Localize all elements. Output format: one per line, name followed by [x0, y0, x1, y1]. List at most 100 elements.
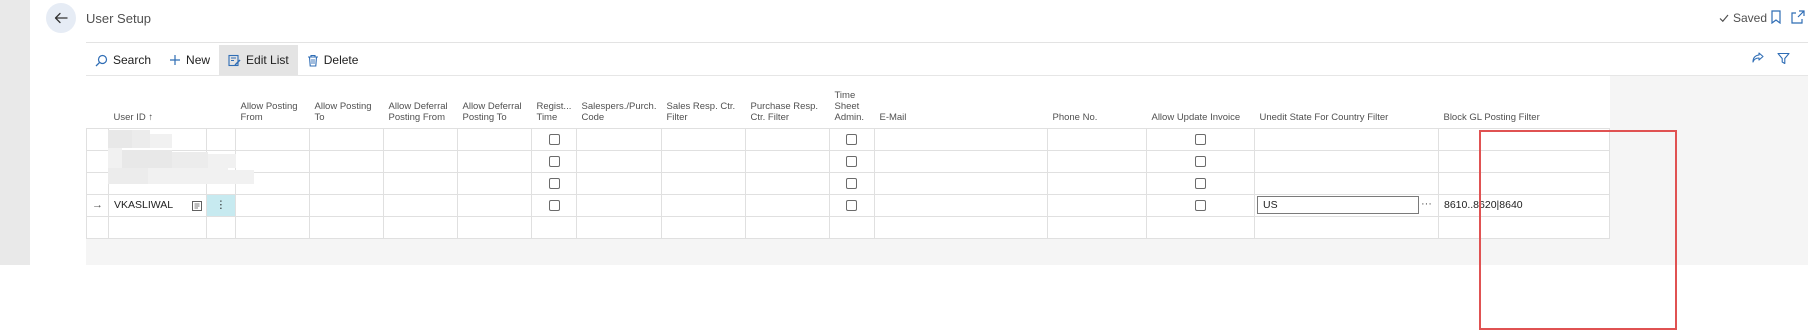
allow-update-invoice-cell[interactable] [1145, 215, 1255, 239]
time-sheet-admin-cell[interactable] [828, 215, 875, 239]
allow-posting-to-cell[interactable] [309, 127, 384, 151]
allow-update-invoice-checkbox[interactable] [1194, 199, 1206, 211]
allow-deferral-posting-from-cell[interactable] [383, 215, 458, 239]
record-details-icon[interactable] [192, 200, 202, 211]
allow-posting-to-cell[interactable] [309, 171, 384, 195]
block-gl-posting-filter-cell[interactable]: 8610..8620|8640 [1437, 193, 1610, 217]
salespers-purch-code-cell[interactable] [576, 127, 662, 151]
unedit-state-for-country-filter-cell[interactable] [1253, 215, 1439, 239]
email-cell[interactable] [873, 193, 1048, 217]
email-cell[interactable] [873, 171, 1048, 195]
allow-posting-to-cell[interactable] [309, 193, 384, 217]
purchase-resp-ctr-filter-cell[interactable] [744, 171, 830, 195]
column-header-allow-posting-to[interactable]: Allow Posting To [309, 76, 384, 128]
filter-button[interactable] [1775, 50, 1791, 66]
allow-posting-from-cell[interactable] [235, 193, 310, 217]
allow-deferral-posting-to-cell[interactable] [457, 171, 532, 195]
row-marker[interactable] [86, 215, 109, 239]
purchase-resp-ctr-filter-cell[interactable] [744, 149, 830, 173]
column-header-user-id[interactable]: User ID ↑ [108, 76, 207, 128]
bookmark-button[interactable] [1768, 9, 1784, 25]
allow-update-invoice-checkbox[interactable] [1194, 177, 1206, 189]
column-header-allow-deferral-posting-to[interactable]: Allow Deferral Posting To [457, 76, 532, 128]
phone-no-cell[interactable] [1046, 171, 1147, 195]
column-header-allow-update-invoice[interactable]: Allow Update Invoice [1146, 76, 1255, 128]
register-time-checkbox[interactable] [548, 199, 560, 211]
allow-posting-from-cell[interactable] [235, 127, 310, 151]
register-time-checkbox[interactable] [548, 177, 560, 189]
table-row[interactable] [86, 149, 1610, 173]
share-button[interactable] [1750, 50, 1766, 66]
column-header-salespers-purch-code[interactable]: Salespers./Purch. Code [576, 76, 662, 128]
register-time-checkbox[interactable] [548, 155, 560, 167]
user-id-cell[interactable]: VKASLIWAL [108, 193, 207, 217]
allow-posting-to-cell[interactable] [309, 215, 384, 239]
allow-deferral-posting-from-cell[interactable] [383, 149, 458, 173]
search-button[interactable]: Search [86, 45, 160, 75]
purchase-resp-ctr-filter-cell[interactable] [744, 193, 830, 217]
delete-button[interactable]: Delete [298, 45, 368, 75]
user-id-cell[interactable] [108, 215, 207, 239]
email-cell[interactable] [873, 149, 1048, 173]
sales-resp-ctr-filter-cell[interactable] [660, 149, 746, 173]
email-cell[interactable] [873, 215, 1048, 239]
phone-no-cell[interactable] [1046, 127, 1147, 151]
row-marker[interactable]: → [86, 193, 109, 217]
allow-update-invoice-checkbox[interactable] [1194, 133, 1206, 145]
sales-resp-ctr-filter-cell[interactable] [660, 127, 746, 151]
table-row[interactable] [86, 127, 1610, 151]
table-row-current[interactable]: → VKASLIWAL ⋮ US ··· 8610..8620|8640 [86, 193, 1610, 217]
row-marker[interactable] [86, 171, 109, 195]
register-time-cell[interactable] [531, 215, 577, 239]
column-header-purchase-resp-ctr-filter[interactable]: Purchase Resp. Ctr. Filter [745, 76, 830, 128]
column-header-email[interactable]: E-Mail [874, 76, 1048, 128]
row-actions-cell[interactable] [206, 127, 236, 151]
salespers-purch-code-cell[interactable] [576, 171, 662, 195]
column-header-allow-deferral-posting-from[interactable]: Allow Deferral Posting From [383, 76, 458, 128]
row-actions-cell[interactable] [206, 215, 236, 239]
column-header-register-time[interactable]: Regist... Time [531, 76, 577, 128]
allow-deferral-posting-from-cell[interactable] [383, 127, 458, 151]
new-button[interactable]: New [160, 45, 219, 75]
phone-no-cell[interactable] [1046, 149, 1147, 173]
time-sheet-admin-checkbox[interactable] [846, 199, 858, 211]
phone-no-cell[interactable] [1046, 215, 1147, 239]
salespers-purch-code-cell[interactable] [576, 215, 662, 239]
allow-deferral-posting-to-cell[interactable] [457, 215, 532, 239]
open-new-window-button[interactable] [1790, 9, 1806, 25]
purchase-resp-ctr-filter-cell[interactable] [744, 127, 830, 151]
lookup-ellipsis-button[interactable]: ··· [1421, 198, 1432, 210]
block-gl-posting-filter-cell[interactable] [1437, 215, 1610, 239]
block-gl-posting-filter-cell[interactable] [1437, 127, 1610, 151]
salespers-purch-code-cell[interactable] [576, 149, 662, 173]
time-sheet-admin-checkbox[interactable] [846, 177, 858, 189]
row-marker[interactable] [86, 127, 109, 151]
column-header-phone-no[interactable]: Phone No. [1047, 76, 1147, 128]
row-marker[interactable] [86, 149, 109, 173]
time-sheet-admin-checkbox[interactable] [846, 133, 858, 145]
edit-list-button[interactable]: Edit List [219, 45, 298, 75]
column-header-time-sheet-admin[interactable]: Time Sheet Admin. [829, 76, 875, 128]
allow-posting-from-cell[interactable] [235, 215, 310, 239]
column-header-unedit-state-for-country-filter[interactable]: Unedit State For Country Filter [1254, 76, 1439, 128]
allow-deferral-posting-from-cell[interactable] [383, 193, 458, 217]
block-gl-posting-filter-cell[interactable] [1437, 171, 1610, 195]
sales-resp-ctr-filter-cell[interactable] [660, 215, 746, 239]
email-cell[interactable] [873, 127, 1048, 151]
allow-deferral-posting-to-cell[interactable] [457, 149, 532, 173]
allow-posting-to-cell[interactable] [309, 149, 384, 173]
allow-deferral-posting-to-cell[interactable] [457, 193, 532, 217]
column-header-allow-posting-from[interactable]: Allow Posting From [235, 76, 310, 128]
table-row[interactable] [86, 171, 1610, 195]
unedit-state-for-country-filter-cell[interactable] [1253, 127, 1439, 151]
time-sheet-admin-checkbox[interactable] [846, 155, 858, 167]
unedit-state-for-country-filter-input[interactable]: US [1256, 195, 1419, 214]
phone-no-cell[interactable] [1046, 193, 1147, 217]
allow-deferral-posting-from-cell[interactable] [383, 171, 458, 195]
block-gl-posting-filter-cell[interactable] [1437, 149, 1610, 173]
back-button[interactable] [46, 3, 76, 33]
purchase-resp-ctr-filter-cell[interactable] [744, 215, 830, 239]
sales-resp-ctr-filter-cell[interactable] [660, 171, 746, 195]
allow-posting-from-cell[interactable] [235, 149, 310, 173]
row-actions-menu-button[interactable]: ⋮ [206, 193, 236, 217]
